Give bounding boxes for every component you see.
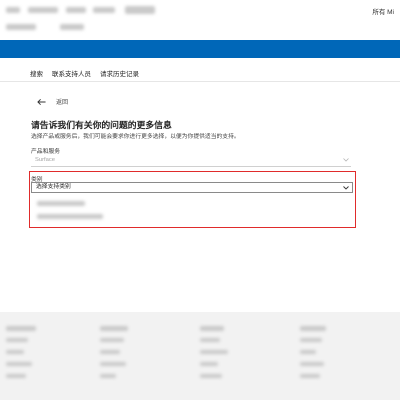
blurred-nav-item[interactable] (66, 7, 86, 13)
tab-search[interactable]: 搜索 (30, 68, 43, 82)
footer-link[interactable] (100, 350, 120, 354)
blurred-subnav-item[interactable] (6, 24, 36, 30)
blurred-nav-item[interactable] (125, 6, 155, 14)
product-select[interactable]: Surface (31, 155, 351, 167)
category-dropdown-list (31, 194, 353, 226)
footer-link[interactable] (200, 338, 220, 342)
footer-link[interactable] (200, 362, 218, 366)
footer-heading (300, 326, 326, 331)
footer-link[interactable] (200, 350, 228, 354)
footer-link[interactable] (6, 350, 24, 354)
footer-link[interactable] (300, 362, 324, 366)
product-select-value: Surface (35, 157, 55, 163)
tab-divider (0, 81, 400, 82)
footer-link[interactable] (300, 350, 316, 354)
footer-link[interactable] (300, 374, 320, 378)
product-field-label: 产品和服务 (31, 149, 60, 155)
tab-contact-support[interactable]: 联系支持人员 (52, 68, 91, 82)
footer (0, 312, 400, 400)
footer-link[interactable] (100, 374, 116, 378)
category-option[interactable] (37, 201, 85, 206)
blurred-nav-item[interactable] (28, 7, 58, 13)
tab-request-history[interactable]: 请求历史记录 (100, 68, 139, 82)
blurred-subnav-item[interactable] (60, 24, 84, 30)
chevron-down-icon (343, 186, 349, 190)
category-select[interactable]: 选择支持类别 (31, 182, 353, 193)
footer-heading (100, 326, 128, 331)
back-label: 返回 (56, 100, 69, 106)
footer-heading (6, 326, 36, 331)
footer-heading (200, 326, 224, 331)
footer-link[interactable] (6, 338, 28, 342)
footer-link[interactable] (6, 374, 26, 378)
blurred-logo (6, 7, 20, 13)
footer-link[interactable] (6, 362, 32, 366)
brand-banner (0, 40, 400, 58)
back-button[interactable]: 返回 (37, 97, 68, 106)
category-select-placeholder: 选择支持类别 (36, 184, 71, 190)
account-menu-label[interactable]: 所有 Mi (372, 6, 394, 16)
footer-link[interactable] (200, 374, 222, 378)
category-option[interactable] (37, 214, 103, 219)
page-title: 请告诉我们有关你的问题的更多信息 (31, 120, 172, 130)
footer-link[interactable] (100, 362, 126, 366)
top-header: 所有 Mi (0, 0, 400, 40)
chevron-down-icon (343, 158, 349, 162)
page-description: 选择产品或服务后，我们可能会要求你进行更多选择，以便为你提供适当的支持。 (31, 134, 240, 140)
support-tabs: 搜索 联系支持人员 请求历史记录 (30, 68, 139, 82)
arrow-left-icon (37, 98, 46, 105)
footer-link[interactable] (300, 338, 322, 342)
blurred-nav-item[interactable] (93, 7, 115, 13)
footer-link[interactable] (100, 338, 124, 342)
